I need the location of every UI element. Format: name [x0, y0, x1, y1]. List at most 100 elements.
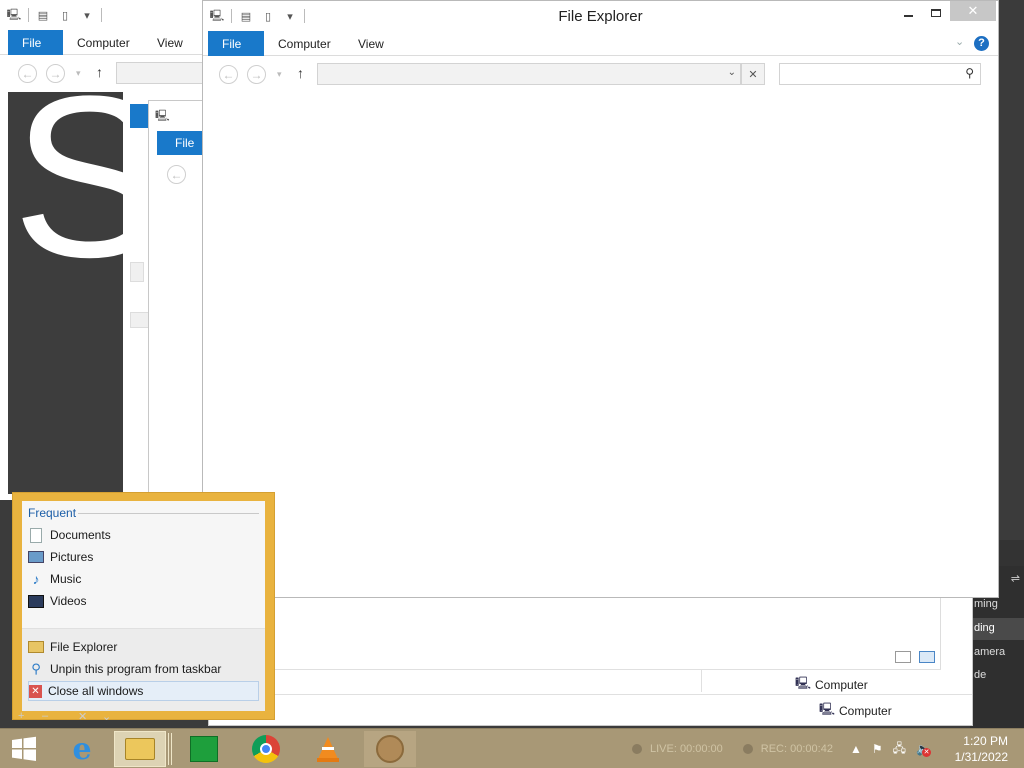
system-tray: ▲ ⚑ 🖧 🔈✕ [850, 729, 932, 768]
close-icon: ✕ [748, 68, 758, 81]
add-icon[interactable]: + [18, 710, 24, 722]
taskbar-internet-explorer[interactable]: e [56, 731, 108, 767]
address-bar[interactable]: ⌄ [317, 63, 741, 85]
close-icon: ✕ [29, 684, 42, 698]
pictures-icon [28, 551, 44, 563]
internet-explorer-icon: e [72, 731, 92, 767]
jump-item-label: Music [50, 572, 82, 586]
tab-view[interactable]: View [157, 30, 183, 55]
title-bar: 🖳 ▤ ▯ ▾ [0, 0, 210, 30]
window-title: File Explorer [558, 8, 643, 25]
close-button[interactable]: ✕ [950, 1, 996, 21]
tab-file[interactable]: File [157, 131, 207, 155]
computer-icon[interactable]: 🖳 [155, 107, 170, 126]
chevron-down-icon[interactable]: ⌄ [102, 710, 111, 723]
address-dropdown-icon[interactable]: ⌄ [728, 67, 736, 78]
remove-icon[interactable]: – [42, 710, 48, 722]
panel-item[interactable]: de [974, 669, 986, 681]
scroll-stub [130, 262, 144, 282]
properties-icon[interactable]: ▤ [35, 7, 51, 23]
jump-task-file-explorer[interactable]: File Explorer [28, 637, 259, 657]
minimize-icon [903, 15, 913, 17]
jump-item-label: Pictures [50, 550, 94, 564]
jump-item-music[interactable]: ♪ Music [28, 569, 259, 589]
jump-item-label: Documents [50, 528, 111, 542]
panel-item[interactable]: amera [974, 646, 1005, 658]
jump-item-label: Videos [50, 594, 87, 608]
up-icon[interactable]: ↑ [96, 64, 103, 80]
taskbar-file-explorer[interactable] [114, 731, 166, 767]
status-location-2: 🖳 Computer [819, 700, 892, 721]
tab-view[interactable]: View [358, 31, 384, 56]
forward-icon[interactable]: → [46, 64, 65, 83]
jump-list: Frequent Documents Pictures ♪ Music Vide… [12, 492, 275, 720]
tab-computer[interactable]: Computer [278, 31, 331, 56]
scroll-stub-2 [130, 312, 150, 328]
action-center-flag-icon[interactable]: ⚑ [872, 742, 883, 756]
show-hidden-icons-icon[interactable]: ▲ [850, 742, 862, 756]
file-explorer-icon [28, 641, 44, 653]
address-bar[interactable] [116, 62, 210, 84]
nav-bar: ← → ▾ ↑ [0, 56, 210, 90]
panel-settings-icon[interactable]: ⇌ [1011, 572, 1020, 585]
status-divider [701, 670, 702, 692]
jump-item-pictures[interactable]: Pictures [28, 547, 259, 567]
details-view-icon[interactable] [895, 651, 911, 663]
volume-muted-icon[interactable]: 🔈✕ [916, 742, 932, 757]
start-button[interactable] [0, 731, 48, 767]
taskbar-stack-indicator [168, 733, 172, 765]
file-explorer-icon [125, 738, 155, 760]
documents-icon [30, 527, 42, 543]
jump-item-documents[interactable]: Documents [28, 525, 259, 545]
store-icon [190, 736, 218, 762]
recent-chevron-icon[interactable]: ▾ [76, 68, 81, 79]
network-icon[interactable]: 🖧 [893, 739, 906, 760]
clock-time: 1:20 PM [963, 734, 1008, 748]
forward-icon[interactable]: → [247, 65, 266, 84]
up-icon[interactable]: ↑ [297, 65, 304, 81]
chevron-down-icon[interactable]: ▾ [79, 7, 95, 23]
large-icons-view-icon[interactable] [919, 651, 935, 663]
jump-item-label: File Explorer [50, 640, 118, 654]
expand-ribbon-icon[interactable]: ⌄ [955, 35, 964, 48]
background-explorer-window-4[interactable]: 🖳 Computer 🖳 Computer [208, 596, 973, 726]
close-icon[interactable]: ✕ [78, 710, 87, 723]
back-icon[interactable]: ← [219, 65, 238, 84]
clock[interactable]: 1:20 PM 1/31/2022 [955, 733, 1008, 765]
file-explorer-window[interactable]: 🖳 ▤ ▯ ▾ File Explorer ✕ File Computer Vi… [202, 0, 999, 598]
jump-item-videos[interactable]: Videos [28, 591, 259, 611]
computer-icon: 🖳 [795, 676, 812, 690]
header-rule [78, 513, 259, 514]
obs-status: LIVE: 00:00:00 REC: 00:00:42 [632, 729, 833, 768]
maximize-button[interactable] [923, 3, 949, 23]
panel-item[interactable]: ding [974, 622, 995, 634]
tab-file[interactable]: File [208, 31, 264, 56]
new-folder-icon[interactable]: ▯ [57, 7, 73, 23]
back-icon[interactable]: ← [18, 64, 37, 83]
tab-computer[interactable]: Computer [77, 30, 130, 55]
back-icon[interactable]: ← [167, 165, 186, 184]
panel-item[interactable]: ming [974, 598, 998, 610]
clear-address-button[interactable]: ✕ [741, 63, 765, 85]
taskbar-vlc[interactable] [302, 731, 354, 767]
recent-locations-chevron-icon[interactable]: ▾ [277, 69, 282, 80]
obs-preview-panel-overlay: S [8, 92, 123, 494]
chrome-icon [252, 735, 280, 763]
background-explorer-window-3[interactable]: 🖳 File ← [148, 100, 208, 494]
help-icon[interactable]: ? [974, 36, 989, 51]
tab-file[interactable]: File [8, 30, 63, 55]
taskbar-store[interactable] [178, 731, 230, 767]
nav-bar: ← → ▾ ↑ ⌄ ✕ ⚲ [203, 57, 998, 91]
computer-icon[interactable]: 🖳 [6, 7, 22, 23]
jump-task-close-all[interactable]: ✕ Close all windows [28, 681, 259, 701]
status-label: Computer [839, 703, 892, 718]
title-bar: 🖳 ▤ ▯ ▾ File Explorer ✕ [203, 1, 998, 31]
search-input[interactable]: ⚲ [779, 63, 981, 85]
status-label: Computer [815, 677, 868, 692]
taskbar-chrome[interactable] [240, 731, 292, 767]
jump-list-separator [22, 628, 265, 629]
minimize-button[interactable] [895, 3, 921, 23]
jump-task-unpin[interactable]: ⚲ Unpin this program from taskbar [28, 659, 259, 679]
taskbar-obs[interactable] [364, 731, 416, 767]
ribbon: File Computer View [0, 30, 210, 55]
